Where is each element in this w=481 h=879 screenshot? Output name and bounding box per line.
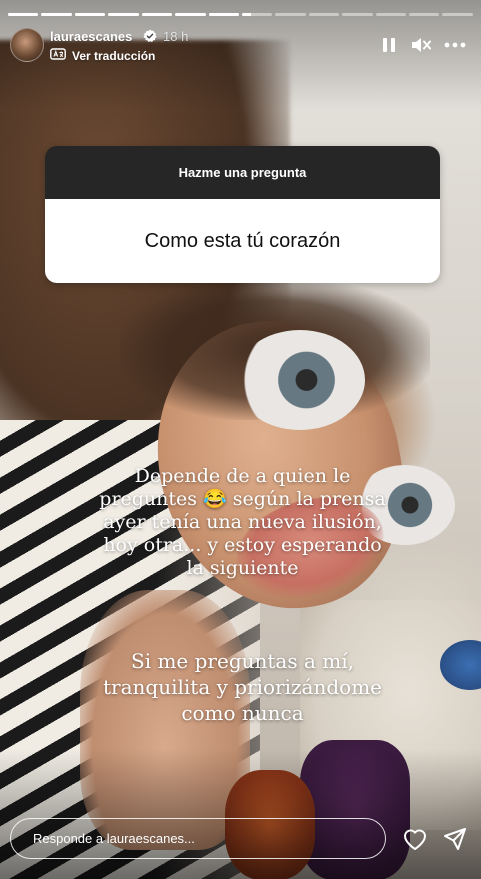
question-sticker-title: Hazme una pregunta <box>45 146 440 199</box>
progress-segment-fill <box>41 13 72 16</box>
username[interactable]: lauraescanes <box>50 29 132 44</box>
post-time: 18 h <box>163 29 189 44</box>
progress-segment-fill <box>241 13 252 16</box>
progress-segment-fill <box>74 13 106 16</box>
question-sticker-question: Como esta tú corazón <box>45 199 440 283</box>
progress-segment-fill <box>8 13 39 16</box>
progress-segment <box>308 13 340 16</box>
heart-icon <box>404 829 426 850</box>
progress-segment <box>342 13 373 16</box>
verified-badge-icon <box>143 29 157 43</box>
story-header: lauraescanes 18 h Ver traducción <box>10 28 471 64</box>
photo-eye-left <box>235 330 365 430</box>
progress-segment <box>409 13 440 16</box>
story-caption-paragraph-1: Depende de a quien le preguntes 😂 según … <box>70 465 415 580</box>
caption-line: ayer tenía una nueva ilusión, <box>103 511 382 533</box>
progress-segment <box>442 13 473 16</box>
progress-segment <box>375 13 407 16</box>
progress-segment <box>41 13 72 16</box>
progress-segment <box>74 13 106 16</box>
progress-segment-fill <box>208 13 239 16</box>
progress-segment <box>108 13 139 16</box>
like-button[interactable] <box>401 825 429 853</box>
progress-segment-fill <box>141 13 173 16</box>
send-icon <box>444 828 466 850</box>
share-button[interactable] <box>441 825 469 853</box>
caption-line: como nunca <box>181 701 304 725</box>
story-photo <box>0 0 481 879</box>
bottom-gradient <box>0 749 481 879</box>
progress-segment-fill <box>175 13 206 16</box>
progress-segment-fill <box>108 13 139 16</box>
mute-icon <box>412 38 431 52</box>
caption-line: hoy otra... y estoy esperando <box>103 534 382 556</box>
avatar[interactable] <box>10 28 44 62</box>
pause-icon <box>383 38 395 52</box>
story-progress-bar <box>8 13 473 16</box>
progress-segment <box>8 13 39 16</box>
caption-line: la siguiente <box>186 557 299 579</box>
caption-line: tranquilita y priorizándome <box>103 675 382 699</box>
translate-label: Ver traducción <box>72 48 156 63</box>
progress-segment <box>275 13 306 16</box>
caption-line: Si me preguntas a mí, <box>131 649 354 673</box>
caption-line: preguntes 😂 según la prensa <box>99 488 386 510</box>
caption-line: Depende de a quien le <box>134 465 351 487</box>
story-caption-paragraph-2: Si me preguntas a mí, tranquilita y prio… <box>70 648 415 726</box>
pause-button[interactable] <box>376 32 402 58</box>
reply-field[interactable] <box>10 818 386 859</box>
more-options-button[interactable] <box>442 32 468 58</box>
progress-segment <box>208 13 239 16</box>
reply-input[interactable] <box>31 830 385 847</box>
translate-link[interactable]: Ver traducción <box>50 48 155 63</box>
progress-segment <box>141 13 173 16</box>
progress-segment <box>241 13 273 16</box>
progress-segment <box>175 13 206 16</box>
more-options-icon <box>444 42 466 48</box>
mute-button[interactable] <box>408 32 434 58</box>
question-sticker[interactable]: Hazme una pregunta Como esta tú corazón <box>45 146 440 283</box>
translate-icon <box>50 48 66 63</box>
